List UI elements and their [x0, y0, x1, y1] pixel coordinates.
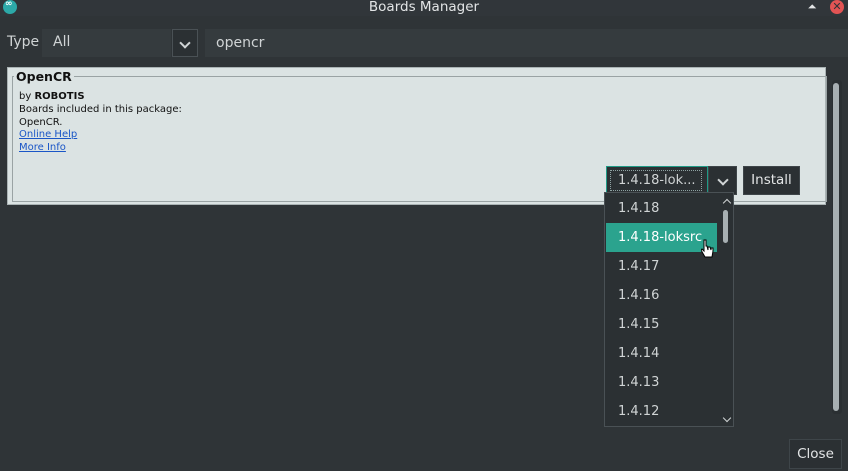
boards-included-label: Boards included in this package: — [19, 104, 182, 115]
install-button[interactable]: Install — [743, 166, 800, 195]
title-bar: ∞ Boards Manager ⏶ ✕ — [0, 0, 848, 16]
version-option[interactable]: 1.4.12 — [606, 397, 717, 426]
version-select[interactable]: 1.4.18-lok... — [606, 166, 708, 195]
chevron-down-icon — [179, 37, 191, 49]
board-author-line: by ROBOTIS — [19, 90, 85, 103]
version-option[interactable]: 1.4.14 — [606, 339, 717, 368]
version-select-value: 1.4.18-lok... — [618, 173, 696, 188]
more-info-link[interactable]: More Info — [19, 142, 66, 153]
board-name: OpenCR — [14, 69, 74, 84]
chevron-up-icon[interactable] — [722, 198, 732, 208]
chevron-down-icon — [717, 174, 729, 186]
list-scrollbar-thumb[interactable] — [833, 83, 839, 411]
type-select[interactable]: All — [42, 29, 171, 57]
version-option[interactable]: 1.4.15 — [606, 310, 717, 339]
board-author: ROBOTIS — [34, 91, 85, 102]
maximize-icon[interactable]: ⏶ — [806, 0, 818, 14]
dropdown-scrollbar[interactable] — [720, 193, 733, 426]
version-option[interactable]: 1.4.16 — [606, 281, 717, 310]
search-input[interactable] — [205, 29, 848, 57]
type-select-value: All — [53, 34, 71, 50]
close-icon[interactable]: ✕ — [830, 0, 844, 14]
list-scrollbar[interactable] — [832, 80, 842, 414]
boards-included-list: OpenCR. — [19, 117, 63, 128]
dropdown-scrollbar-thumb[interactable] — [723, 210, 728, 243]
version-option[interactable]: 1.4.13 — [606, 368, 717, 397]
type-label: Type — [7, 34, 40, 50]
board-card[interactable]: OpenCR by ROBOTIS Boards included in thi… — [7, 67, 827, 205]
chevron-down-icon[interactable] — [722, 413, 732, 423]
version-dropdown-list[interactable]: 1.4.18 1.4.18-loksrc 1.4.17 1.4.16 1.4.1… — [604, 192, 734, 427]
mouse-cursor-icon — [701, 239, 714, 258]
close-button[interactable]: Close — [789, 439, 842, 469]
version-dropdown-button[interactable] — [708, 166, 737, 195]
version-option[interactable]: 1.4.18 — [606, 194, 717, 223]
window-title: Boards Manager — [368, 0, 480, 15]
by-label: by — [19, 91, 32, 102]
online-help-link[interactable]: Online Help — [19, 129, 77, 140]
version-select-focus: 1.4.18-lok... — [610, 170, 702, 191]
type-dropdown-button[interactable] — [172, 29, 198, 57]
